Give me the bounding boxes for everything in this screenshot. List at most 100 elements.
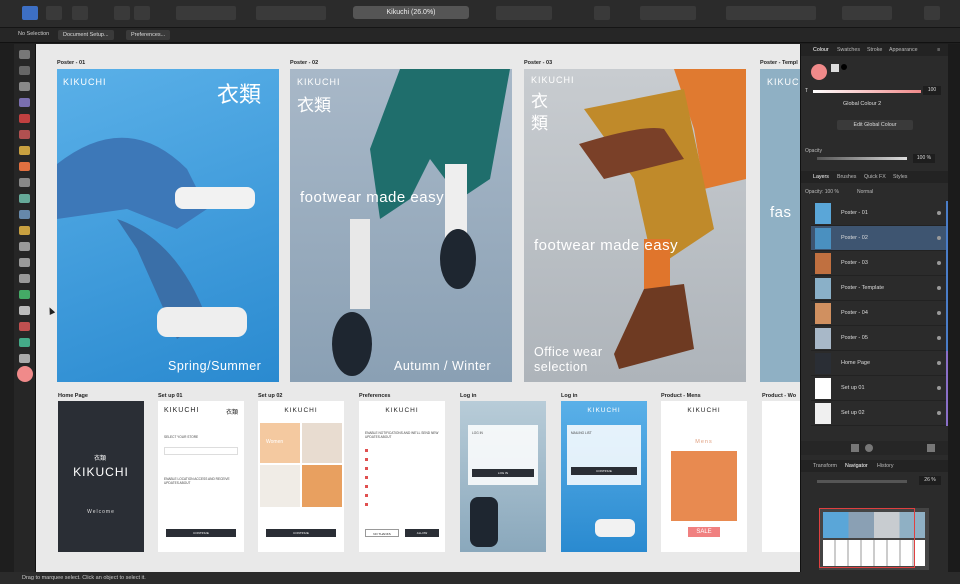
login-button[interactable]: LOG IN [472, 469, 534, 477]
grid-icon[interactable] [46, 6, 62, 20]
zoom-value[interactable]: 26 % [919, 476, 941, 485]
tint-slider[interactable] [813, 90, 921, 93]
gradient-tool-icon[interactable] [19, 338, 30, 347]
add-layer-icon[interactable] [851, 444, 859, 452]
tab-stroke[interactable]: Stroke [867, 47, 882, 53]
visibility-icon[interactable] [937, 361, 941, 365]
user-icon[interactable] [924, 6, 940, 20]
blend-mode-select[interactable]: Normal [857, 189, 873, 195]
screen-login-01[interactable]: LOG IN LOG IN [460, 401, 546, 552]
frame-tool-icon[interactable] [19, 66, 30, 75]
tab-appearance[interactable]: Appearance [889, 47, 918, 53]
settings-icon[interactable] [114, 6, 130, 20]
visibility-icon[interactable] [937, 411, 941, 415]
transparency-tool-icon[interactable] [19, 194, 30, 203]
persona-icon[interactable] [72, 6, 88, 20]
shape-tool-icon[interactable] [19, 290, 30, 299]
poster-03[interactable]: KIKUCHI 衣類 footwear made easy Office wea… [524, 69, 746, 382]
store-select[interactable] [164, 447, 238, 455]
tint-value[interactable]: 100 [923, 86, 941, 95]
snapping-icon[interactable] [176, 6, 236, 20]
no-thanks-button[interactable]: NO THANKS [365, 529, 399, 537]
tab-navigator[interactable]: Navigator [845, 463, 868, 469]
visibility-icon[interactable] [937, 286, 941, 290]
navigator-viewport[interactable] [819, 508, 915, 568]
place-image-icon[interactable] [19, 210, 30, 219]
continue-button[interactable]: CONTINUE [571, 467, 637, 475]
black-swatch[interactable] [841, 64, 847, 70]
allow-button[interactable]: ALLOW [405, 529, 439, 537]
zoom-slider[interactable] [817, 480, 907, 483]
visibility-icon[interactable] [937, 211, 941, 215]
edit-global-colour-button[interactable]: Edit Global Colour [837, 120, 913, 130]
brush-tool-icon[interactable] [19, 162, 30, 171]
tab-swatches[interactable]: Swatches [837, 47, 860, 53]
tab-quick-fx[interactable]: Quick FX [864, 174, 886, 180]
pencil-tool-icon[interactable] [19, 146, 30, 155]
pen-tool-icon[interactable] [19, 130, 30, 139]
studio-link-icon[interactable] [842, 6, 892, 20]
tab-transform[interactable]: Transform [813, 463, 837, 469]
continue-button[interactable]: CONTINUE [266, 529, 336, 537]
layer-item[interactable]: Poster - 04 [811, 301, 949, 326]
layer-item[interactable]: Set up 02 [811, 401, 949, 426]
eyedropper-icon[interactable] [831, 64, 839, 72]
visibility-icon[interactable] [937, 386, 941, 390]
arrange-icon[interactable] [256, 6, 326, 20]
opacity-slider[interactable] [817, 157, 907, 160]
right-scrollbar[interactable] [948, 44, 960, 572]
rounded-rect-icon[interactable] [19, 274, 30, 283]
document-canvas[interactable]: Poster - 01 KIKUCHI 衣類 Spring/Summer Pos… [36, 44, 800, 572]
preferences-button[interactable]: Preferences... [126, 30, 171, 40]
visibility-icon[interactable] [937, 311, 941, 315]
layer-opacity[interactable]: Opacity: 100 % [805, 189, 839, 195]
poster-01[interactable]: KIKUCHI 衣類 Spring/Summer [57, 69, 279, 382]
move-tool-icon[interactable] [19, 50, 30, 59]
mask-icon[interactable] [865, 444, 873, 452]
navigator-preview[interactable] [819, 508, 929, 570]
text-tool-icon[interactable] [19, 306, 30, 315]
visibility-icon[interactable] [937, 336, 941, 340]
ellipse-tool-icon[interactable] [19, 258, 30, 267]
screen-login-02[interactable]: KIKUCHI MAILING LIST CONTINUE [561, 401, 647, 552]
visibility-icon[interactable] [937, 261, 941, 265]
fill-colour-swatch[interactable] [811, 64, 827, 80]
tab-history[interactable]: History [877, 463, 893, 469]
document-setup-button[interactable]: Document Setup... [58, 30, 114, 40]
layer-item[interactable]: Poster - Template [811, 276, 949, 301]
text-frame-icon[interactable] [594, 6, 610, 20]
layer-item[interactable]: Poster - 03 [811, 251, 949, 276]
screen-home[interactable]: 衣類 KIKUCHI Welcome [58, 401, 144, 552]
layer-item[interactable]: Set up 01 [811, 376, 949, 401]
crop-tool-icon[interactable] [19, 226, 30, 235]
affinity-publisher-logo-icon[interactable] [22, 6, 38, 20]
poster-template[interactable]: KIKUCHI fas [760, 69, 800, 382]
artistic-text-icon[interactable] [19, 98, 30, 107]
opacity-value[interactable]: 100 % [913, 154, 935, 163]
poster-02[interactable]: KIKUCHI 衣類 footwear made easy Autumn / W… [290, 69, 512, 382]
node-tool-icon[interactable] [19, 82, 30, 91]
gear-icon[interactable] [134, 6, 150, 20]
boolean-ops-icon[interactable] [726, 6, 816, 20]
layer-item-selected[interactable]: Poster - 02 [811, 226, 949, 251]
tab-layers[interactable]: Layers [813, 174, 829, 180]
continue-button[interactable]: CONTINUE [166, 529, 236, 537]
sale-badge[interactable]: SALE [688, 527, 720, 537]
screen-setup-02[interactable]: KIKUCHI Women CONTINUE [258, 401, 344, 552]
view-mode-icon[interactable] [640, 6, 696, 20]
screen-setup-01[interactable]: KIKUCHI 衣類 SELECT YOUR STORE ENABLE LOCA… [158, 401, 244, 552]
screen-product-mens[interactable]: KIKUCHI Mens SALE [661, 401, 747, 552]
rectangle-tool-icon[interactable] [19, 242, 30, 251]
layer-item[interactable]: Poster - 01 [811, 201, 949, 226]
fill-swatch[interactable] [17, 366, 33, 382]
screen-product-women[interactable] [762, 401, 800, 552]
tab-brushes[interactable]: Brushes [837, 174, 856, 180]
layer-item[interactable]: Poster - 05 [811, 326, 949, 351]
tab-colour[interactable]: Colour [813, 47, 829, 53]
table-tool-icon[interactable] [19, 114, 30, 123]
panel-menu-icon[interactable]: ≡ [937, 47, 940, 53]
visibility-icon[interactable] [937, 236, 941, 240]
tab-styles[interactable]: Styles [893, 174, 907, 180]
screen-preferences[interactable]: KIKUCHI ENABLE NOTIFICATIONS AND WE'LL S… [359, 401, 445, 552]
delete-layer-icon[interactable] [927, 444, 935, 452]
